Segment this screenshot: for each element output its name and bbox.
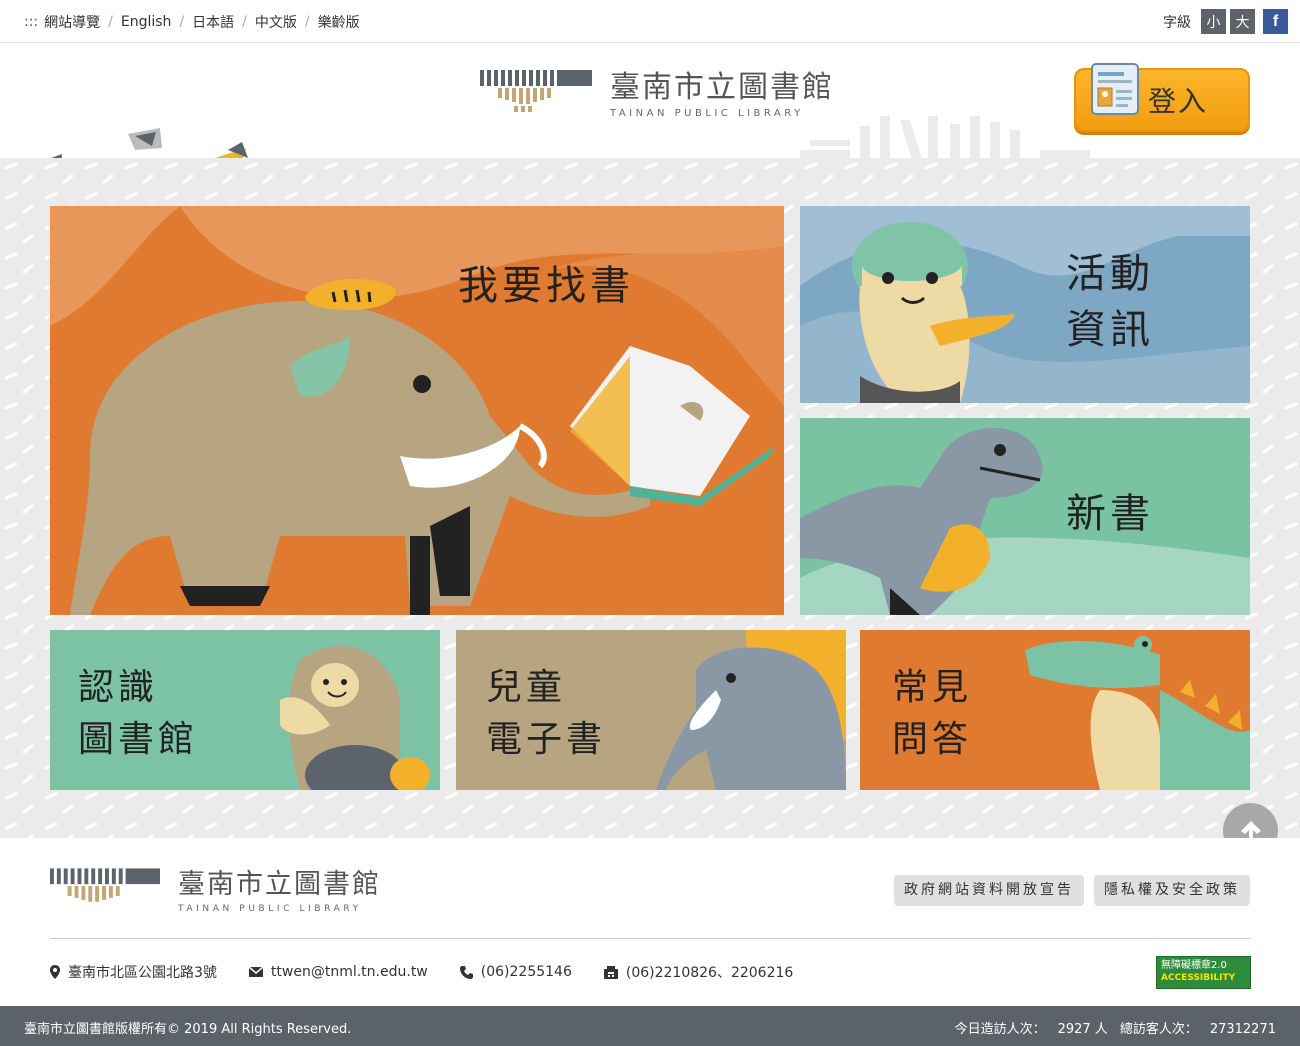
mammoth-illustration bbox=[50, 206, 784, 615]
label-new-books: 新書 bbox=[1066, 486, 1154, 542]
label-faq-line1: 常見 bbox=[892, 667, 973, 708]
footer-divider bbox=[50, 938, 1250, 939]
contact-info: 臺南市北區公園北路3號 ttwen@tnml.tn.edu.tw (06)225… bbox=[50, 962, 825, 982]
copyright-text: 臺南市立圖書館版權所有© 2019 All Rights Reserved. bbox=[24, 1022, 352, 1037]
total-visits-label: 總訪客人次： bbox=[1119, 1022, 1198, 1037]
label-about-line2: 圖書館 bbox=[78, 719, 199, 760]
tile-events[interactable]: 活動 資訊 bbox=[800, 206, 1250, 403]
login-label: 登入 bbox=[1148, 85, 1209, 118]
font-small-button[interactable]: 小 bbox=[1201, 9, 1226, 34]
header: 臺南市立圖書館 TAINAN PUBLIC LIBRARY 登入 bbox=[0, 44, 1300, 240]
tile-new-books[interactable]: 新書 bbox=[800, 418, 1250, 615]
footer-logo-chinese: 臺南市立圖書館 bbox=[178, 869, 381, 900]
nav-sitemap[interactable]: 網站導覽 bbox=[44, 12, 100, 32]
label-find-text: 我要找書 bbox=[458, 263, 634, 309]
login-button[interactable]: 登入 bbox=[1074, 63, 1250, 132]
tile-find-books[interactable]: 我要找書 bbox=[50, 206, 784, 615]
today-visits-count: 2927 人 bbox=[1057, 1022, 1108, 1037]
email-link[interactable]: ttwen@tnml.tn.edu.tw bbox=[271, 964, 428, 980]
tile-about-library[interactable]: 認識 圖書館 bbox=[50, 630, 440, 790]
address-text: 臺南市北區公園北路3號 bbox=[68, 965, 217, 981]
privacy-policy-link[interactable]: 隱私權及安全政策 bbox=[1094, 875, 1250, 906]
footer-logo[interactable]: 臺南市立圖書館 TAINAN PUBLIC LIBRARY bbox=[50, 868, 381, 914]
label-kids-ebooks: 兒童 電子書 bbox=[486, 662, 606, 766]
baby-illustration bbox=[800, 206, 1250, 403]
label-about-library: 認識 圖書館 bbox=[78, 662, 198, 766]
footer: 臺南市立圖書館 TAINAN PUBLIC LIBRARY 政府網站資料開放宣告… bbox=[0, 838, 1300, 1006]
label-events-line2: 資訊 bbox=[1066, 307, 1154, 353]
fax-icon bbox=[603, 965, 618, 979]
phone-item: (06)2255146 bbox=[459, 964, 572, 980]
total-visits-count: 27312271 bbox=[1209, 1022, 1276, 1037]
today-visits-label: 今日造訪人次： bbox=[954, 1022, 1046, 1037]
tile-faq[interactable]: 常見 問答 bbox=[860, 630, 1250, 790]
label-ebooks-line2: 電子書 bbox=[486, 719, 607, 760]
logo-chinese: 臺南市立圖書館 bbox=[610, 70, 834, 105]
fax-text: (06)2210826、2206216 bbox=[625, 965, 794, 981]
site-logo[interactable]: 臺南市立圖書館 TAINAN PUBLIC LIBRARY bbox=[480, 70, 834, 119]
tile-kids-ebooks[interactable]: 兒童 電子書 bbox=[456, 630, 846, 790]
badge-subtitle: ACCESSIBILITY bbox=[1161, 973, 1236, 983]
visitor-stats: 今日造訪人次： 2927 人總訪客人次： 27312271 bbox=[955, 1018, 1276, 1037]
font-size-label: 字級 bbox=[1163, 14, 1191, 31]
accessibility-badge[interactable]: 無障礙標章2.0 ACCESSIBILITY bbox=[1156, 956, 1251, 989]
nav-japanese[interactable]: 日本語 bbox=[192, 12, 234, 32]
accesskey-mark[interactable]: ::: bbox=[24, 14, 38, 30]
id-card-icon bbox=[1091, 63, 1139, 115]
footer-library-logo-icon bbox=[50, 868, 160, 902]
open-data-link[interactable]: 政府網站資料開放宣告 bbox=[894, 875, 1084, 906]
label-find-books: 我要找書 bbox=[458, 258, 634, 314]
footer-links: 政府網站資料開放宣告 隱私權及安全政策 bbox=[894, 875, 1250, 906]
nav-english[interactable]: English bbox=[121, 14, 172, 30]
label-about-line1: 認識 bbox=[78, 667, 159, 708]
badge-title: 無障礙標章2.0 bbox=[1161, 960, 1227, 971]
top-bar: ::: 網站導覽 / English / 日本語 / 中文版 / 樂齡版 字級 小 大 … bbox=[0, 0, 1300, 43]
phone-text: (06)2255146 bbox=[480, 964, 572, 980]
envelope-icon bbox=[248, 967, 263, 977]
bottom-bar: 臺南市立圖書館版權所有© 2019 All Rights Reserved. 今… bbox=[0, 1006, 1300, 1046]
bookshelf-decoration bbox=[800, 116, 1090, 160]
phone-icon bbox=[459, 965, 473, 979]
nav-chinese[interactable]: 中文版 bbox=[255, 12, 297, 32]
address-item: 臺南市北區公園北路3號 bbox=[50, 962, 217, 982]
nav-senior[interactable]: 樂齡版 bbox=[318, 12, 360, 32]
font-large-button[interactable]: 大 bbox=[1230, 9, 1255, 34]
label-faq-line2: 問答 bbox=[892, 719, 973, 760]
dinosaur-illustration bbox=[800, 428, 1250, 615]
main-area: 我要找書 活動 資訊 新書 認識 圖書館 兒童 電子書 常見 問答 bbox=[0, 158, 1300, 838]
label-events-line1: 活動 bbox=[1066, 251, 1154, 297]
library-logo-icon bbox=[480, 70, 592, 112]
fax-item: (06)2210826、2206216 bbox=[603, 962, 794, 982]
email-item: ttwen@tnml.tn.edu.tw bbox=[248, 964, 428, 980]
label-ebooks-line1: 兒童 bbox=[486, 667, 567, 708]
font-size-controls: 字級 小 大 f bbox=[1163, 9, 1288, 34]
footer-logo-english: TAINAN PUBLIC LIBRARY bbox=[178, 904, 362, 914]
label-events: 活動 資訊 bbox=[1066, 246, 1154, 358]
map-pin-icon bbox=[50, 965, 60, 979]
top-nav: ::: 網站導覽 / English / 日本語 / 中文版 / 樂齡版 bbox=[24, 12, 360, 32]
label-faq: 常見 問答 bbox=[892, 662, 972, 766]
label-new-books-text: 新書 bbox=[1066, 491, 1154, 537]
facebook-icon[interactable]: f bbox=[1263, 9, 1288, 34]
